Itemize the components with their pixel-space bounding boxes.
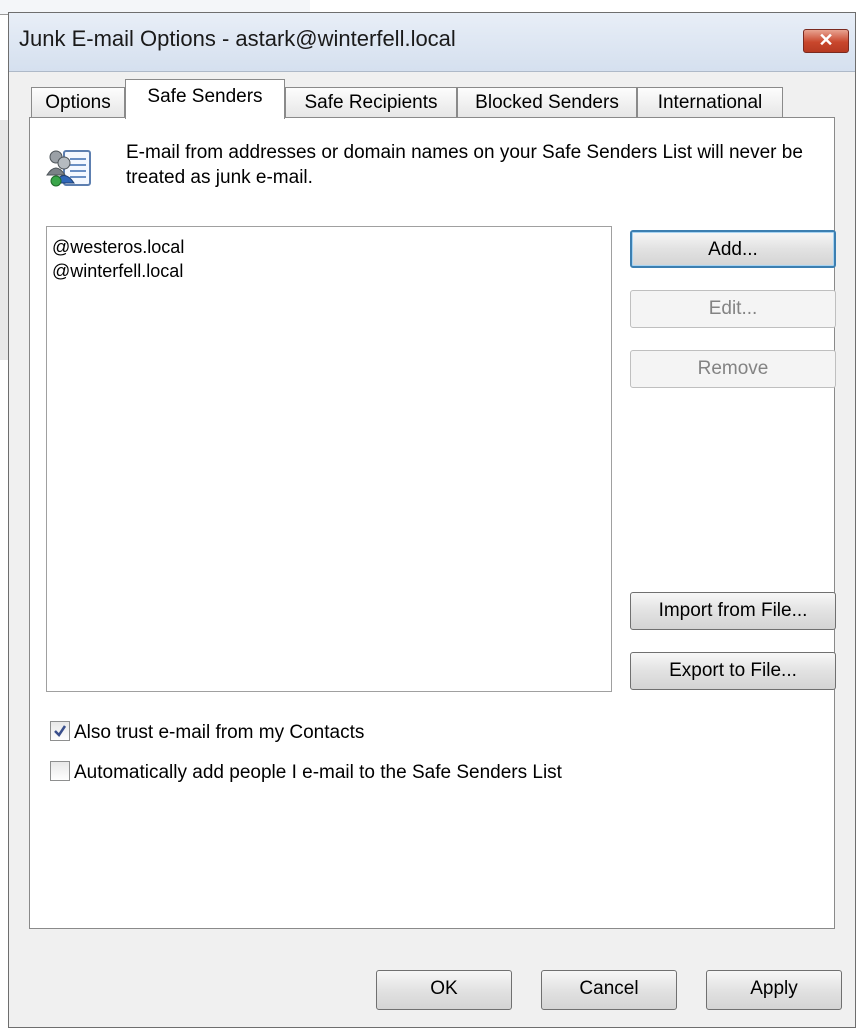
window-title: Junk E-mail Options - astark@winterfell.…	[19, 26, 456, 51]
tab-international[interactable]: International	[637, 87, 783, 117]
edit-button[interactable]: Edit...	[630, 290, 836, 328]
tab-options[interactable]: Options	[31, 87, 125, 117]
cancel-button[interactable]: Cancel	[541, 970, 677, 1010]
list-item[interactable]: @westeros.local	[52, 235, 606, 259]
trust-contacts-option[interactable]: Also trust e-mail from my Contacts	[50, 720, 365, 748]
auto-add-checkbox[interactable]	[50, 760, 70, 781]
safe-senders-panel: E-mail from addresses or domain names on…	[29, 117, 836, 929]
safe-senders-description: E-mail from addresses or domain names on…	[126, 142, 803, 188]
tab-blocked-senders[interactable]: Blocked Senders	[457, 87, 637, 117]
import-from-file-button[interactable]: Import from File...	[630, 592, 836, 630]
auto-add-label: Automatically add people I e-mail to the…	[74, 762, 562, 783]
export-to-file-button[interactable]: Export to File...	[630, 652, 836, 690]
auto-add-option[interactable]: Automatically add people I e-mail to the…	[50, 760, 562, 788]
safe-senders-list[interactable]: @westeros.local @winterfell.local	[46, 226, 612, 692]
contacts-list-icon	[46, 145, 92, 189]
close-button[interactable]: ✕	[803, 29, 849, 53]
list-item[interactable]: @winterfell.local	[52, 259, 606, 283]
add-button[interactable]: Add...	[630, 230, 836, 268]
trust-contacts-checkbox[interactable]	[50, 720, 70, 741]
checkmark-icon	[54, 725, 67, 737]
title-bar[interactable]: Junk E-mail Options - astark@winterfell.…	[9, 13, 855, 72]
remove-button[interactable]: Remove	[630, 350, 836, 388]
ok-button[interactable]: OK	[376, 970, 512, 1010]
apply-button[interactable]: Apply	[706, 970, 842, 1010]
tab-safe-senders[interactable]: Safe Senders	[125, 79, 285, 119]
trust-contacts-label: Also trust e-mail from my Contacts	[74, 722, 365, 743]
junk-email-options-dialog: Junk E-mail Options - astark@winterfell.…	[8, 12, 856, 1028]
tab-safe-recipients[interactable]: Safe Recipients	[285, 87, 457, 117]
